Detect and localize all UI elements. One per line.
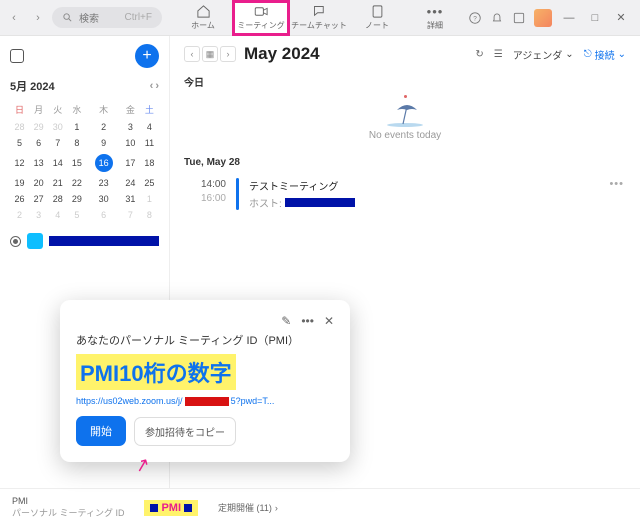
agenda-dropdown[interactable]: アジェンダ ⌄: [513, 47, 574, 62]
nav-fwd[interactable]: ›: [28, 8, 48, 28]
event-title: テストミーティング: [249, 178, 599, 193]
chevron-down-icon: ⌄: [618, 49, 626, 60]
account-name-redacted: [49, 236, 159, 246]
link-icon: ⎋: [584, 49, 592, 60]
home-icon: [196, 4, 211, 19]
copy-invite-button[interactable]: 参加招待をコピー: [134, 417, 236, 446]
page-title: May 2024: [244, 44, 320, 64]
radio-icon: [10, 236, 21, 247]
today-header: 今日: [184, 74, 626, 89]
annotation: PMI10桁の数字: [76, 354, 236, 390]
cal-prev[interactable]: ‹: [150, 80, 154, 92]
redacted: [185, 397, 229, 406]
tab-meeting[interactable]: ミーティング: [232, 0, 290, 36]
more-icon: •••: [427, 4, 444, 19]
note-icon: [370, 4, 385, 19]
umbrella-icon: [383, 102, 427, 128]
pmi-popup: ✎ ••• ✕ あなたのパーソナル ミーティング ID（PMI） PMI10桁の…: [60, 300, 350, 462]
avatar[interactable]: [534, 9, 552, 27]
footer-schedule[interactable]: 定期開催 (11) ›: [218, 501, 278, 514]
account-row[interactable]: [10, 233, 159, 249]
chevron-right-icon: ›: [275, 503, 278, 513]
refresh-icon[interactable]: ↻: [475, 49, 483, 60]
calendar-icon: ▦: [202, 46, 218, 62]
topbar: ‹ › 検索 Ctrl+F ホーム ミーティング チームチャット ノート •••…: [0, 0, 640, 36]
add-button[interactable]: +: [135, 44, 159, 68]
footer-pmi-label[interactable]: PMI パーソナル ミーティング ID: [12, 496, 124, 519]
more-icon[interactable]: •••: [301, 314, 314, 328]
video-icon: [254, 4, 269, 19]
filter-icon[interactable]: ☰: [494, 49, 503, 60]
search-hint: Ctrl+F: [125, 12, 153, 23]
tab-teamchat[interactable]: チームチャット: [290, 0, 348, 36]
tab-home[interactable]: ホーム: [174, 0, 232, 36]
start-button[interactable]: 開始: [76, 416, 126, 446]
svg-text:?: ?: [473, 15, 477, 22]
event-time: 14:00 16:00: [186, 178, 226, 206]
event-host: ホスト:: [249, 195, 599, 210]
dot-icon: [404, 95, 407, 98]
calendar-month: 5月 2024: [10, 78, 55, 94]
mini-calendar[interactable]: 日月火水木金土 28293012345678910111213141516171…: [10, 100, 159, 223]
event-more-icon[interactable]: •••: [609, 178, 624, 190]
win-close[interactable]: ✕: [612, 11, 630, 24]
tab-note[interactable]: ノート: [348, 0, 406, 36]
search-input[interactable]: 検索 Ctrl+F: [52, 7, 162, 28]
bell-icon[interactable]: [490, 11, 504, 25]
chevron-down-icon: ⌄: [565, 49, 573, 60]
event-row[interactable]: 14:00 16:00 テストミーティング ホスト: •••: [184, 172, 626, 216]
account-avatar: [27, 233, 43, 249]
nav-back[interactable]: ‹: [4, 8, 24, 28]
win-min[interactable]: —: [560, 12, 578, 24]
pmi-link[interactable]: https://us02web.zoom.us/j/5?pwd=T...: [76, 396, 334, 406]
footer: PMI パーソナル ミーティング ID PMI 定期開催 (11) ›: [0, 488, 640, 526]
connect-button[interactable]: ⎋接続 ⌄: [584, 47, 626, 62]
popup-title: あなたのパーソナル ミーティング ID（PMI）: [76, 332, 334, 348]
cal-next[interactable]: ›: [155, 80, 159, 92]
search-label: 検索: [79, 10, 99, 25]
activity-icon[interactable]: [512, 11, 526, 25]
close-icon[interactable]: ✕: [324, 314, 334, 328]
chat-icon: [312, 4, 327, 19]
panel-toggle-icon[interactable]: [10, 49, 24, 63]
search-icon: [62, 12, 73, 23]
day-header: Tue, May 28: [184, 157, 626, 168]
win-max[interactable]: □: [586, 12, 604, 24]
no-events: No events today: [184, 95, 626, 141]
date-nav[interactable]: ‹▦›: [184, 46, 236, 62]
edit-icon[interactable]: ✎: [281, 314, 291, 328]
footer-pmi-tag[interactable]: PMI: [144, 500, 198, 516]
event-bar: [236, 178, 239, 210]
help-icon[interactable]: ?: [468, 11, 482, 25]
tab-more[interactable]: ••• 詳細: [406, 0, 464, 36]
